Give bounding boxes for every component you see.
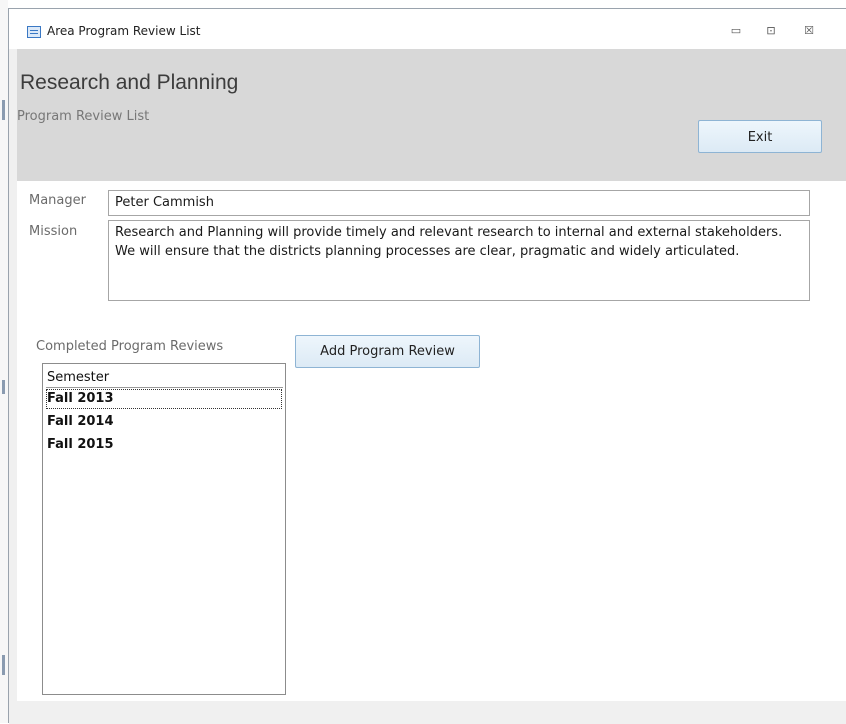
edge-mark xyxy=(2,655,5,675)
edge-mark xyxy=(2,380,5,394)
list-item[interactable]: Fall 2015 xyxy=(46,435,282,455)
form-detail: Manager Peter Cammish Mission Research a… xyxy=(17,181,846,701)
access-form-window: Area Program Review List ▭ ⊡ ☒ Research … xyxy=(8,8,846,724)
close-button[interactable]: ☒ xyxy=(798,21,820,41)
list-column-header: Semester xyxy=(46,368,283,388)
manager-label: Manager xyxy=(29,193,86,208)
program-review-listbox[interactable]: Semester Fall 2013 Fall 2014 Fall 2015 xyxy=(42,363,286,695)
list-item[interactable]: Fall 2013 xyxy=(46,389,282,409)
page-title: Research and Planning xyxy=(20,71,239,94)
completed-reviews-label: Completed Program Reviews xyxy=(36,339,224,354)
add-program-review-button[interactable]: Add Program Review xyxy=(295,335,480,368)
window-title: Area Program Review List xyxy=(47,24,201,38)
minimize-button[interactable]: ▭ xyxy=(725,21,747,41)
form-icon xyxy=(27,26,41,38)
desktop-left-edge xyxy=(0,0,8,723)
form-footer xyxy=(9,701,846,724)
list-item[interactable]: Fall 2014 xyxy=(46,412,282,432)
title-bar[interactable]: Area Program Review List ▭ ⊡ ☒ xyxy=(9,9,846,49)
manager-field[interactable]: Peter Cammish xyxy=(108,190,810,216)
mission-label: Mission xyxy=(29,224,78,239)
page-subtitle: Program Review List xyxy=(17,109,150,124)
edge-mark xyxy=(2,100,5,120)
mission-field[interactable]: Research and Planning will provide timel… xyxy=(108,220,810,301)
maximize-button[interactable]: ⊡ xyxy=(760,21,782,41)
exit-button[interactable]: Exit xyxy=(698,120,822,153)
form-header: Research and Planning Program Review Lis… xyxy=(17,49,846,181)
